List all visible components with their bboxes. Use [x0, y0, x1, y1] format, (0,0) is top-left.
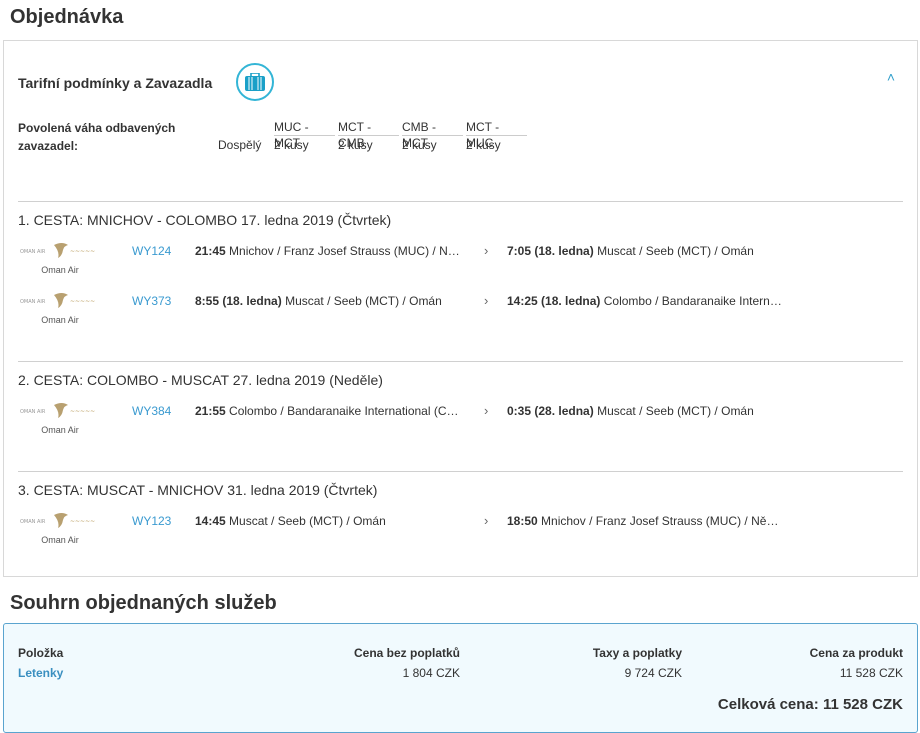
passenger-type: Dospělý [218, 138, 262, 152]
route: CMB - MCT [402, 119, 463, 150]
svg-text:~~~~~: ~~~~~ [70, 248, 95, 255]
header-total: Cena za produkt [809, 646, 903, 660]
section-title: Tarifní podmínky a Zavazadla [18, 75, 213, 91]
arr-place: Muscat / Seeb (MCT) / Omán [597, 404, 754, 418]
leg-title: 1. CESTA: MNICHOV - COLOMBO 17. ledna 20… [18, 212, 392, 228]
summary-title: Souhrn objednaných služeb [10, 592, 277, 614]
collapse-chevron-up-icon[interactable]: ˄ [887, 69, 895, 85]
item-link[interactable]: Letenky [18, 666, 63, 680]
baggage-table: MUC - MCT 2 kusy MCT - CMB 2 kusy CMB - MC… [274, 119, 530, 154]
dep-time: 8:55 [195, 294, 220, 308]
svg-text:OMAN AIR: OMAN AIR [20, 249, 46, 255]
arr-time: 14:25 [507, 294, 538, 308]
route: MUC - MCT [274, 119, 335, 150]
allowance: 2 kusy [274, 138, 309, 152]
svg-text:~~~~~: ~~~~~ [70, 298, 95, 305]
svg-text:OMAN AIR: OMAN AIR [20, 409, 46, 415]
base-price: 1 804 CZK [402, 666, 460, 680]
flight-number-link[interactable]: WY384 [132, 404, 171, 418]
departure: 8:55 (18. ledna) Muscat / Seeb (MCT) / O… [195, 294, 465, 308]
arr-date: (28. ledna) [534, 404, 594, 418]
airline-name: Oman Air [41, 265, 79, 275]
luggage-icon [236, 63, 274, 101]
arrow-right-icon: › [484, 243, 489, 258]
arrow-right-icon: › [484, 293, 489, 308]
airline-logo: OMAN AIR ~~~~~ Oman Air [20, 402, 100, 435]
arrival: 14:25 (18. ledna) Colombo / Bandaranaike… [507, 294, 782, 308]
arr-date: (18. ledna) [534, 244, 594, 258]
leg: 3. CESTA: MUSCAT - MNICHOV 31. ledna 201… [18, 471, 903, 545]
grand-total: Celková cena: 11 528 CZK [717, 696, 903, 713]
arr-place: Muscat / Seeb (MCT) / Omán [597, 244, 754, 258]
departure: 21:55 Colombo / Bandaranaike Internation… [195, 404, 465, 418]
dep-time: 21:45 [195, 244, 226, 258]
summary-box: Položka Cena bez poplatků Taxy a poplatk… [3, 623, 918, 733]
airline-logo: OMAN AIR ~~~~~ Oman Air [20, 292, 100, 325]
arrow-right-icon: › [484, 513, 489, 528]
header-base: Cena bez poplatků [353, 646, 460, 660]
order-card: Tarifní podmínky a Zavazadla ˄ Povolená … [3, 40, 918, 577]
flight-row: OMAN AIR ~~~~~ Oman Air WY373 8:55 (18. le… [18, 292, 903, 332]
airline-name: Oman Air [41, 425, 79, 435]
baggage-label: Povolená váha odbavených zavazadel: [18, 121, 176, 153]
taxes-price: 9 724 CZK [624, 666, 682, 680]
svg-text:~~~~~: ~~~~~ [70, 408, 95, 415]
header-taxes: Taxy a poplatky [592, 646, 682, 660]
arrival: 7:05 (18. ledna) Muscat / Seeb (MCT) / O… [507, 244, 782, 258]
page-title: Objednávka [10, 6, 124, 28]
dep-time: 21:55 [195, 404, 226, 418]
arr-time: 7:05 [507, 244, 532, 258]
dep-place: Mnichov / Franz Josef Strauss (MUC) / Ně… [229, 244, 465, 258]
product-price: 11 528 CZK [839, 666, 903, 680]
airline-name: Oman Air [41, 315, 79, 325]
arrival: 18:50 Mnichov / Franz Josef Strauss (MUC… [507, 514, 782, 528]
flight-row: OMAN AIR ~~~~~ Oman Air WY123 14:45 Muscat… [18, 512, 903, 552]
leg-title: 2. CESTA: COLOMBO - MUSCAT 27. ledna 201… [18, 372, 383, 388]
airline-logo: OMAN AIR ~~~~~ Oman Air [20, 242, 100, 275]
dep-time: 14:45 [195, 514, 226, 528]
arrow-right-icon: › [484, 403, 489, 418]
departure: 21:45 Mnichov / Franz Josef Strauss (MUC… [195, 244, 465, 258]
allowance: 2 kusy [402, 138, 437, 152]
arr-time: 0:35 [507, 404, 532, 418]
svg-text:~~~~~: ~~~~~ [70, 518, 95, 525]
dep-place: Muscat / Seeb (MCT) / Omán [229, 514, 386, 528]
flight-number-link[interactable]: WY373 [132, 294, 171, 308]
airline-logo: OMAN AIR ~~~~~ Oman Air [20, 512, 100, 545]
dep-date: (18. ledna) [222, 294, 282, 308]
flight-number-link[interactable]: WY123 [132, 514, 171, 528]
leg: 1. CESTA: MNICHOV - COLOMBO 17. ledna 20… [18, 201, 903, 325]
route: MCT - CMB [338, 119, 399, 150]
allowance: 2 kusy [466, 138, 501, 152]
arr-time: 18:50 [507, 514, 538, 528]
arr-place: Mnichov / Franz Josef Strauss (MUC) / Ně… [541, 514, 782, 528]
airline-name: Oman Air [41, 535, 79, 545]
leg-title: 3. CESTA: MUSCAT - MNICHOV 31. ledna 201… [18, 482, 378, 498]
arrival: 0:35 (28. ledna) Muscat / Seeb (MCT) / O… [507, 404, 782, 418]
leg: 2. CESTA: COLOMBO - MUSCAT 27. ledna 201… [18, 361, 903, 435]
route: MCT - MUC [466, 119, 527, 150]
allowance: 2 kusy [338, 138, 373, 152]
header-item: Položka [18, 646, 64, 660]
arr-place: Colombo / Bandaranaike International (CM… [603, 294, 782, 308]
dep-place: Muscat / Seeb (MCT) / Omán [285, 294, 442, 308]
dep-place: Colombo / Bandaranaike International (CM… [229, 404, 465, 418]
svg-text:OMAN AIR: OMAN AIR [20, 299, 46, 305]
flight-row: OMAN AIR ~~~~~ Oman Air WY124 21:45 Mnicho… [18, 242, 903, 282]
departure: 14:45 Muscat / Seeb (MCT) / Omán [195, 514, 465, 528]
arr-date: (18. ledna) [541, 294, 601, 308]
flight-row: OMAN AIR ~~~~~ Oman Air WY384 21:55 Colomb… [18, 402, 903, 442]
flight-number-link[interactable]: WY124 [132, 244, 171, 258]
svg-text:OMAN AIR: OMAN AIR [20, 519, 46, 525]
